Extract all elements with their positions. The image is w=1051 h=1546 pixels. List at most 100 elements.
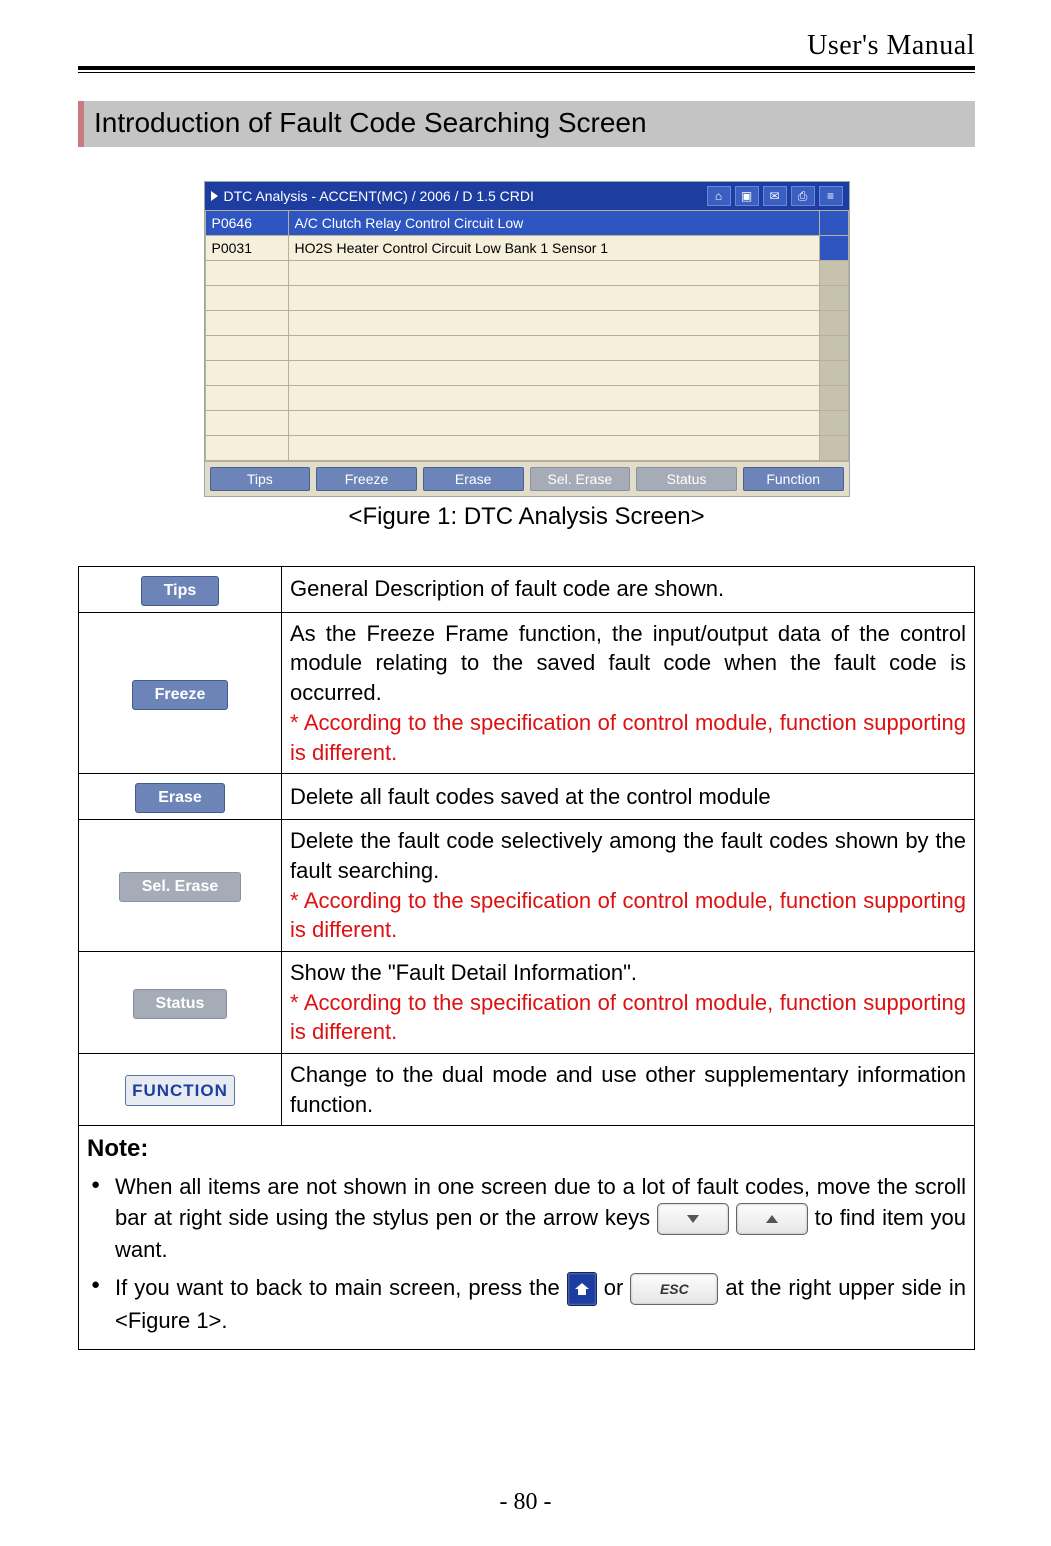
desc-text: Change to the dual mode and use other su… bbox=[290, 1062, 966, 1117]
dtc-code bbox=[205, 311, 288, 336]
home-icon[interactable]: ⌂ bbox=[707, 186, 731, 206]
table-row[interactable] bbox=[205, 336, 848, 361]
table-row[interactable] bbox=[205, 361, 848, 386]
table-row[interactable] bbox=[205, 261, 848, 286]
scrollbar[interactable] bbox=[819, 361, 848, 386]
sel-erase-badge: Sel. Erase bbox=[119, 872, 242, 902]
desc-text: Delete the fault code selectively among … bbox=[290, 828, 966, 883]
dtc-desc bbox=[288, 286, 819, 311]
note-cell: Note: When all items are not shown in on… bbox=[79, 1126, 975, 1349]
desc-text: As the Freeze Frame function, the input/… bbox=[290, 621, 966, 705]
dtc-desc bbox=[288, 436, 819, 461]
dtc-desc bbox=[288, 311, 819, 336]
desc-row: Sel. Erase Delete the fault code selectiv… bbox=[79, 820, 975, 952]
desc-text-cell: Delete the fault code selectively among … bbox=[282, 820, 975, 952]
arrow-down-key-icon bbox=[657, 1203, 729, 1235]
page-number: - 80 - bbox=[0, 1489, 1051, 1516]
desc-note: * According to the specification of cont… bbox=[290, 888, 966, 943]
erase-badge: Erase bbox=[135, 783, 225, 813]
desc-row: Freeze As the Freeze Frame function, the … bbox=[79, 612, 975, 773]
dtc-code: P0646 bbox=[205, 211, 288, 236]
table-row[interactable]: P0646A/C Clutch Relay Control Circuit Lo… bbox=[205, 211, 848, 236]
dtc-code: P0031 bbox=[205, 236, 288, 261]
dtc-button-bar: TipsFreezeEraseSel. EraseStatusFunction bbox=[205, 461, 849, 496]
dtc-code bbox=[205, 361, 288, 386]
freeze-button[interactable]: Freeze bbox=[316, 467, 417, 491]
note-item-2-text-b: or bbox=[604, 1275, 631, 1300]
figure-caption: <Figure 1: DTC Analysis Screen> bbox=[78, 503, 975, 532]
print-icon[interactable]: ⎙ bbox=[791, 186, 815, 206]
dtc-code bbox=[205, 411, 288, 436]
table-row[interactable] bbox=[205, 286, 848, 311]
desc-text: General Description of fault code are sh… bbox=[290, 576, 724, 601]
esc-key-icon: ESC bbox=[630, 1273, 718, 1305]
table-row[interactable]: P0031HO2S Heater Control Circuit Low Ban… bbox=[205, 236, 848, 261]
dtc-desc bbox=[288, 386, 819, 411]
scrollbar[interactable] bbox=[819, 236, 848, 261]
erase-button[interactable]: Erase bbox=[423, 467, 524, 491]
message-icon[interactable]: ✉ bbox=[763, 186, 787, 206]
desc-button-cell: Status bbox=[79, 951, 282, 1053]
scrollbar[interactable] bbox=[819, 261, 848, 286]
dtc-code bbox=[205, 386, 288, 411]
chevron-right-icon bbox=[211, 191, 218, 201]
dtc-screenshot: DTC Analysis - ACCENT(MC) / 2006 / D 1.5… bbox=[204, 181, 850, 497]
scrollbar[interactable] bbox=[819, 411, 848, 436]
table-row[interactable] bbox=[205, 386, 848, 411]
rule-top-thin bbox=[78, 72, 975, 73]
desc-text-cell: General Description of fault code are sh… bbox=[282, 566, 975, 612]
running-head: User's Manual bbox=[78, 30, 975, 62]
desc-row: Status Show the "Fault Detail Information… bbox=[79, 951, 975, 1053]
tips-button[interactable]: Tips bbox=[210, 467, 311, 491]
note-heading: Note: bbox=[87, 1132, 966, 1166]
desc-text: Delete all fault codes saved at the cont… bbox=[290, 784, 771, 809]
dtc-table: P0646A/C Clutch Relay Control Circuit Lo… bbox=[205, 210, 849, 461]
home-key-icon bbox=[567, 1272, 597, 1306]
dtc-desc bbox=[288, 336, 819, 361]
scrollbar[interactable] bbox=[819, 436, 848, 461]
scrollbar[interactable] bbox=[819, 211, 848, 236]
desc-button-cell: Sel. Erase bbox=[79, 820, 282, 952]
status-badge: Status bbox=[133, 989, 228, 1019]
dtc-code bbox=[205, 261, 288, 286]
scrollbar[interactable] bbox=[819, 336, 848, 361]
dtc-titlebar-text: DTC Analysis - ACCENT(MC) / 2006 / D 1.5… bbox=[224, 189, 701, 203]
dtc-code bbox=[205, 336, 288, 361]
desc-row: Erase Delete all fault codes saved at the… bbox=[79, 774, 975, 820]
description-table: Tips General Description of fault code ar… bbox=[78, 566, 975, 1350]
menu-icon[interactable]: ≡ bbox=[819, 186, 843, 206]
desc-button-cell: Erase bbox=[79, 774, 282, 820]
status-button: Status bbox=[636, 467, 737, 491]
function-button[interactable]: Function bbox=[743, 467, 844, 491]
table-row[interactable] bbox=[205, 436, 848, 461]
table-row[interactable] bbox=[205, 311, 848, 336]
desc-text-cell: Change to the dual mode and use other su… bbox=[282, 1054, 975, 1126]
camera-icon[interactable]: ▣ bbox=[735, 186, 759, 206]
dtc-code bbox=[205, 286, 288, 311]
function-badge: FUNCTION bbox=[125, 1075, 235, 1106]
desc-text-cell: Show the "Fault Detail Information". * Ac… bbox=[282, 951, 975, 1053]
table-row[interactable] bbox=[205, 411, 848, 436]
note-item-1: When all items are not shown in one scre… bbox=[87, 1172, 966, 1266]
desc-text-cell: Delete all fault codes saved at the cont… bbox=[282, 774, 975, 820]
freeze-badge: Freeze bbox=[132, 680, 229, 710]
dtc-desc bbox=[288, 261, 819, 286]
desc-note: * According to the specification of cont… bbox=[290, 990, 966, 1045]
scrollbar[interactable] bbox=[819, 311, 848, 336]
scrollbar[interactable] bbox=[819, 386, 848, 411]
note-item-2: If you want to back to main screen, pres… bbox=[87, 1272, 966, 1337]
dtc-code bbox=[205, 436, 288, 461]
scrollbar[interactable] bbox=[819, 286, 848, 311]
desc-button-cell: Tips bbox=[79, 566, 282, 612]
dtc-desc: A/C Clutch Relay Control Circuit Low bbox=[288, 211, 819, 236]
dtc-desc: HO2S Heater Control Circuit Low Bank 1 S… bbox=[288, 236, 819, 261]
desc-text-cell: As the Freeze Frame function, the input/… bbox=[282, 612, 975, 773]
dtc-desc bbox=[288, 411, 819, 436]
desc-row: Tips General Description of fault code ar… bbox=[79, 566, 975, 612]
desc-button-cell: FUNCTION bbox=[79, 1054, 282, 1126]
section-title: Introduction of Fault Code Searching Scr… bbox=[78, 101, 975, 147]
desc-text: Show the "Fault Detail Information". bbox=[290, 960, 637, 985]
tips-badge: Tips bbox=[141, 576, 220, 606]
titlebar-icon-group: ⌂ ▣ ✉ ⎙ ≡ bbox=[707, 186, 843, 206]
arrow-up-key-icon bbox=[736, 1203, 808, 1235]
